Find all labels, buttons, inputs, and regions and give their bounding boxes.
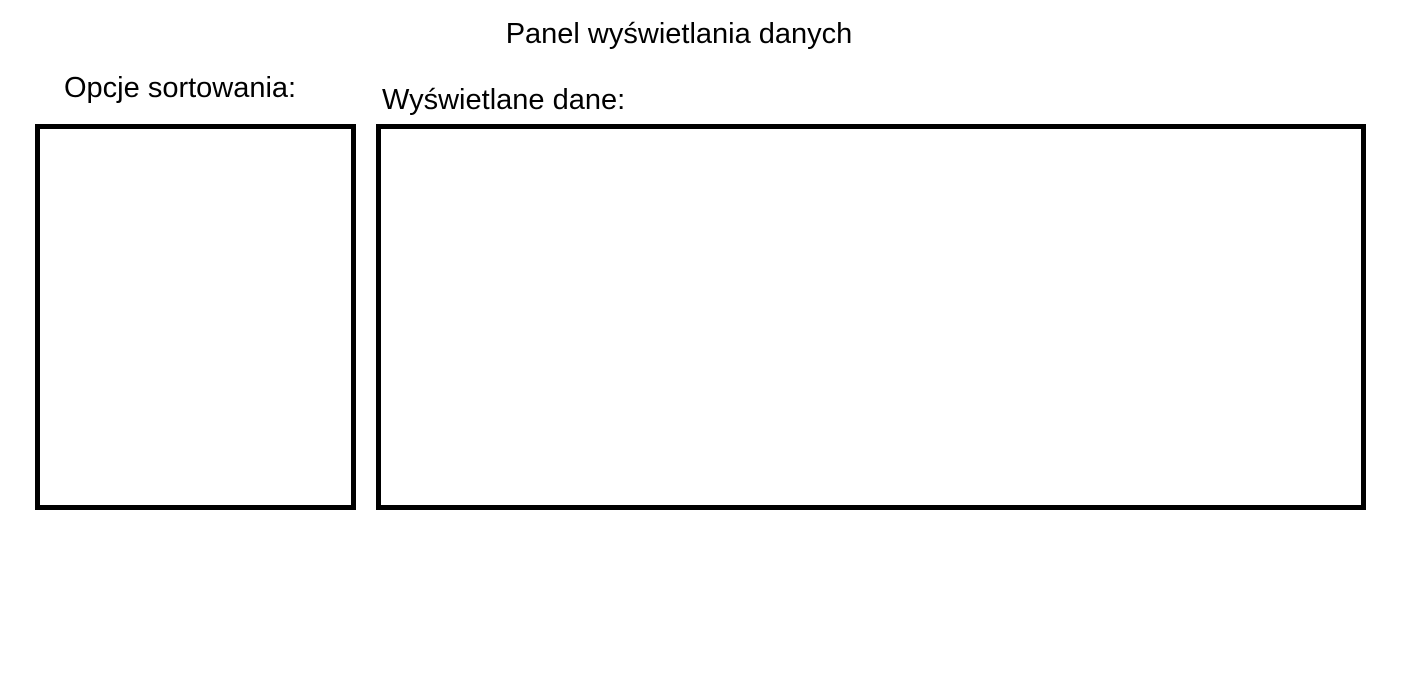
sort-options-label: Opcje sortowania: [64,72,297,104]
page-title: Panel wyświetlania danych [505,18,853,50]
sort-options-panel[interactable] [35,124,356,510]
displayed-data-panel[interactable] [376,124,1366,510]
displayed-data-label: Wyświetlane dane: [382,84,626,116]
